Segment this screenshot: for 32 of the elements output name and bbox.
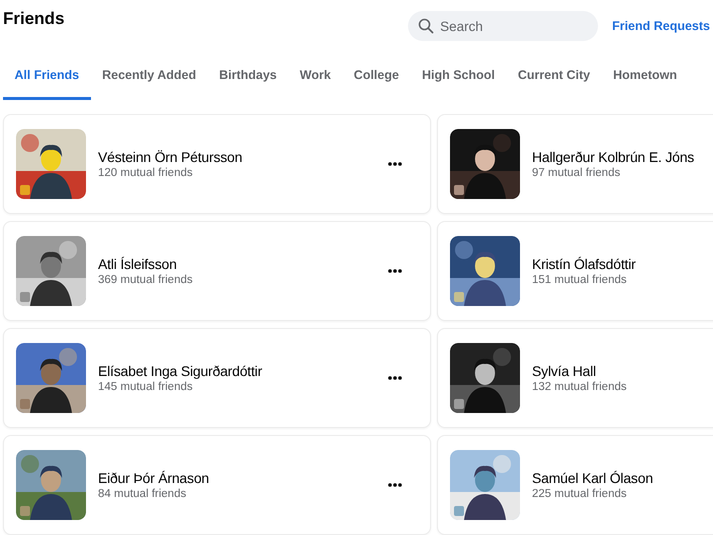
tab[interactable]: Current City — [506, 52, 602, 100]
friend-name[interactable]: Sylvía Hall — [532, 363, 713, 379]
search-icon — [418, 18, 434, 34]
tab[interactable]: Work — [288, 52, 342, 100]
mutual-friends-count: 84 mutual friends — [98, 488, 188, 500]
mutual-friends-count: 225 mutual friends — [532, 488, 628, 500]
friend-name[interactable]: Atli Ísleifsson — [98, 256, 378, 272]
friend-name[interactable]: Hallgerður Kolbrún E. Jóns — [532, 149, 713, 165]
friend-name[interactable]: Samúel Karl Ólason — [532, 470, 713, 486]
mutual-friends-count: 120 mutual friends — [98, 167, 194, 179]
friend-name[interactable]: Eiður Þór Árnason — [98, 470, 378, 486]
mutual-friends-count: 145 mutual friends — [98, 381, 194, 393]
friend-requests-link[interactable]: Friend Requests — [612, 19, 710, 33]
more-icon — [388, 162, 402, 166]
tab[interactable]: Birthdays — [208, 52, 288, 100]
friend-name[interactable]: Kristín Ólafsdóttir — [532, 256, 713, 272]
mutual-friends-count: 132 mutual friends — [532, 381, 628, 393]
mutual-friends-count: 97 mutual friends — [532, 167, 622, 179]
more-icon — [388, 269, 402, 273]
friend-name[interactable]: Elísabet Inga Sigurðardóttir — [98, 363, 378, 379]
tab[interactable]: College — [342, 52, 410, 100]
mutual-friends-count: 151 mutual friends — [532, 274, 628, 286]
mutual-friends-count: 369 mutual friends — [98, 274, 194, 286]
search-field[interactable]: Search — [408, 11, 598, 41]
tab[interactable]: Recently Added — [90, 52, 208, 100]
more-icon — [388, 376, 402, 380]
friend-name[interactable]: Vésteinn Örn Pétursson — [98, 149, 378, 165]
tab[interactable]: All Friends — [3, 52, 91, 100]
page-title: Friends — [3, 9, 66, 29]
more-icon — [388, 483, 402, 487]
tab[interactable]: High School — [410, 52, 506, 100]
tab[interactable]: Hometown — [602, 52, 688, 100]
